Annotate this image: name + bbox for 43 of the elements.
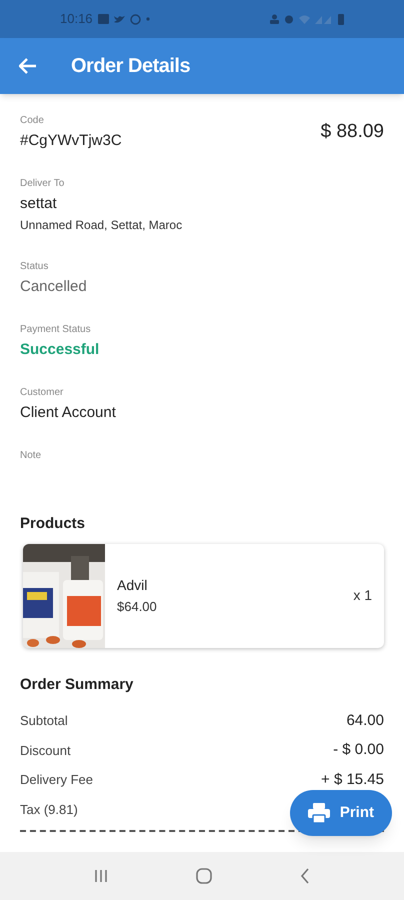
- bird-icon: [114, 14, 125, 24]
- product-card[interactable]: Advil $64.00 x 1: [23, 544, 384, 648]
- field-label: Code: [20, 114, 45, 128]
- summary-value: 64.00: [346, 710, 384, 730]
- back-arrow-icon: [19, 58, 37, 74]
- summary-label: Delivery Fee: [20, 771, 93, 789]
- dot-icon: [146, 17, 150, 21]
- summary-value: - $ 0.00: [333, 740, 384, 760]
- product-price: $64.00: [117, 598, 158, 616]
- order-total: $ 88.09: [320, 120, 384, 144]
- field-label: Payment Status: [20, 323, 92, 337]
- summary-label: Discount: [20, 742, 71, 760]
- field-value: settat: [20, 194, 58, 214]
- battery-icon: [338, 14, 344, 24]
- recent-apps-icon[interactable]: [94, 869, 108, 883]
- summary-value: + $ 15.45: [321, 770, 384, 790]
- home-icon[interactable]: [196, 868, 212, 884]
- field-label: Note: [20, 449, 42, 463]
- product-name: Advil: [117, 576, 148, 594]
- person-icon: [270, 14, 279, 24]
- field-value: #CgYWvTjw3C: [20, 131, 122, 151]
- field-value: Cancelled: [20, 277, 87, 297]
- field-label: Status: [20, 260, 50, 274]
- alarm-icon: [284, 14, 294, 24]
- screen-title: Order Details: [71, 54, 190, 79]
- field-label: Deliver To: [20, 177, 66, 191]
- print-button[interactable]: Print: [290, 790, 392, 836]
- field-label: Customer: [20, 386, 64, 400]
- field-value: Successful: [20, 340, 100, 360]
- field-value: Client Account: [20, 403, 116, 423]
- back-icon[interactable]: [300, 868, 310, 884]
- signal-icon: [315, 14, 333, 24]
- printer-icon: [308, 803, 330, 823]
- status-time: 10:16: [60, 10, 93, 28]
- section-title: Products: [20, 514, 86, 534]
- chat-icon: [130, 14, 141, 24]
- product-quantity: x 1: [353, 586, 372, 605]
- image-icon: [98, 14, 109, 24]
- wifi-icon: [299, 14, 310, 24]
- summary-label: Subtotal: [20, 712, 68, 730]
- section-title: Order Summary: [20, 674, 134, 694]
- summary-label: Tax (9.81): [20, 800, 78, 819]
- address-text: Unnamed Road, Settat, Maroc: [20, 217, 182, 234]
